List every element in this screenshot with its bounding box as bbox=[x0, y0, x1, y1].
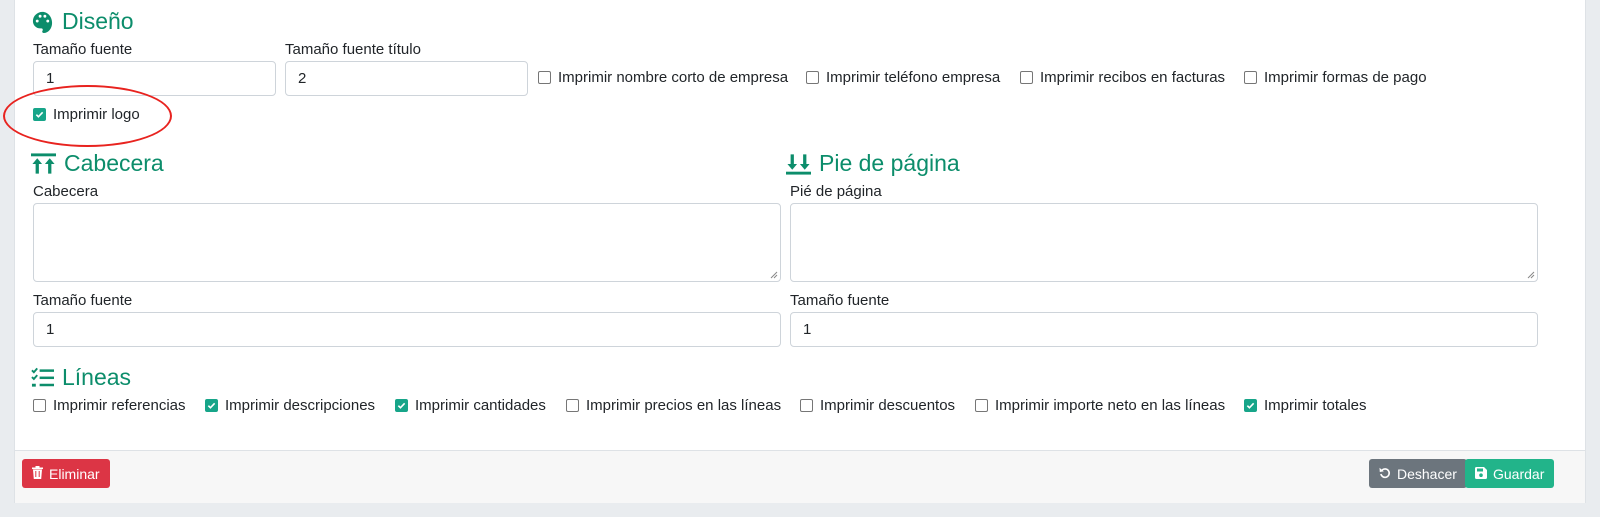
checkbox-icon[interactable] bbox=[806, 71, 819, 84]
print-short-company-name-checkbox[interactable]: Imprimir nombre corto de empresa bbox=[538, 69, 788, 86]
checkbox-checked-icon[interactable] bbox=[395, 399, 408, 412]
cabecera-label: Cabecera bbox=[33, 183, 99, 200]
checkbox-label: Imprimir recibos en facturas bbox=[1040, 69, 1226, 86]
lineas-section-title: Líneas bbox=[31, 364, 131, 391]
pie-label: Pié de página bbox=[790, 183, 882, 200]
checkbox-icon[interactable] bbox=[975, 399, 988, 412]
card-footer: Eliminar Deshacer Guardar bbox=[15, 450, 1585, 503]
diseno-section-title: Diseño bbox=[31, 8, 134, 35]
settings-card: Diseño Tamaño fuente Tamaño fuente títul… bbox=[14, 0, 1586, 503]
undo-button[interactable]: Deshacer bbox=[1369, 459, 1467, 488]
save-button[interactable]: Guardar bbox=[1465, 459, 1555, 488]
checkbox-label: Imprimir descripciones bbox=[225, 397, 376, 414]
print-discounts-checkbox[interactable]: Imprimir descuentos bbox=[800, 397, 955, 414]
print-descriptions-checkbox[interactable]: Imprimir descripciones bbox=[205, 397, 375, 414]
annotation-highlight-ellipse bbox=[3, 85, 172, 147]
print-totals-checkbox[interactable]: Imprimir totales bbox=[1244, 397, 1367, 414]
list-check-icon bbox=[31, 367, 54, 389]
pie-font-size-label: Tamaño fuente bbox=[790, 292, 890, 309]
arrow-down-to-line-icon bbox=[786, 153, 811, 175]
checkbox-icon[interactable] bbox=[1244, 71, 1257, 84]
pie-textarea[interactable] bbox=[790, 203, 1538, 282]
delete-button-label: Eliminar bbox=[49, 465, 100, 482]
font-size-label: Tamaño fuente bbox=[33, 41, 133, 58]
checkbox-checked-icon[interactable] bbox=[1244, 399, 1257, 412]
cabecera-font-size-input[interactable] bbox=[33, 312, 781, 347]
title-font-size-input[interactable] bbox=[285, 61, 528, 96]
checkbox-label: Imprimir descuentos bbox=[820, 397, 956, 414]
undo-icon bbox=[1379, 466, 1391, 482]
print-net-amount-checkbox[interactable]: Imprimir importe neto en las líneas bbox=[975, 397, 1225, 414]
trash-icon bbox=[32, 465, 43, 482]
section-title-text: Cabecera bbox=[64, 150, 164, 176]
section-title-text: Pie de página bbox=[819, 150, 960, 176]
delete-button[interactable]: Eliminar bbox=[22, 459, 110, 488]
checkbox-label: Imprimir teléfono empresa bbox=[826, 69, 1001, 86]
checkbox-label: Imprimir formas de pago bbox=[1264, 69, 1427, 86]
title-font-size-label: Tamaño fuente título bbox=[285, 41, 421, 58]
checkbox-label: Imprimir importe neto en las líneas bbox=[995, 397, 1226, 414]
checkbox-label: Imprimir referencias bbox=[53, 397, 186, 414]
checkbox-icon[interactable] bbox=[800, 399, 813, 412]
print-references-checkbox[interactable]: Imprimir referencias bbox=[33, 397, 186, 414]
pie-section-title: Pie de página bbox=[786, 150, 960, 177]
checkbox-label: Imprimir nombre corto de empresa bbox=[558, 69, 789, 86]
undo-button-label: Deshacer bbox=[1397, 465, 1457, 482]
pie-font-size-input[interactable] bbox=[790, 312, 1538, 347]
print-company-phone-checkbox[interactable]: Imprimir teléfono empresa bbox=[806, 69, 1000, 86]
checkbox-icon[interactable] bbox=[538, 71, 551, 84]
checkbox-label: Imprimir precios en las líneas bbox=[586, 397, 782, 414]
resize-grip-icon[interactable] bbox=[768, 269, 778, 279]
cabecera-section-title: Cabecera bbox=[31, 150, 164, 177]
arrow-up-to-line-icon bbox=[31, 152, 56, 175]
palette-icon bbox=[31, 10, 54, 33]
checkbox-label: Imprimir totales bbox=[1264, 397, 1367, 414]
print-payment-methods-checkbox[interactable]: Imprimir formas de pago bbox=[1244, 69, 1427, 86]
print-quantities-checkbox[interactable]: Imprimir cantidades bbox=[395, 397, 546, 414]
cabecera-font-size-label: Tamaño fuente bbox=[33, 292, 133, 309]
checkbox-label: Imprimir cantidades bbox=[415, 397, 546, 414]
section-title-text: Líneas bbox=[62, 364, 132, 390]
checkbox-icon[interactable] bbox=[1020, 71, 1033, 84]
checkbox-checked-icon[interactable] bbox=[205, 399, 218, 412]
resize-grip-icon[interactable] bbox=[1525, 269, 1535, 279]
section-title-text: Diseño bbox=[62, 8, 134, 34]
checkbox-icon[interactable] bbox=[33, 399, 46, 412]
save-icon bbox=[1475, 466, 1487, 482]
print-receipts-checkbox[interactable]: Imprimir recibos en facturas bbox=[1020, 69, 1225, 86]
save-button-label: Guardar bbox=[1493, 465, 1545, 482]
cabecera-textarea[interactable] bbox=[33, 203, 781, 282]
checkbox-icon[interactable] bbox=[566, 399, 579, 412]
print-line-prices-checkbox[interactable]: Imprimir precios en las líneas bbox=[566, 397, 781, 414]
